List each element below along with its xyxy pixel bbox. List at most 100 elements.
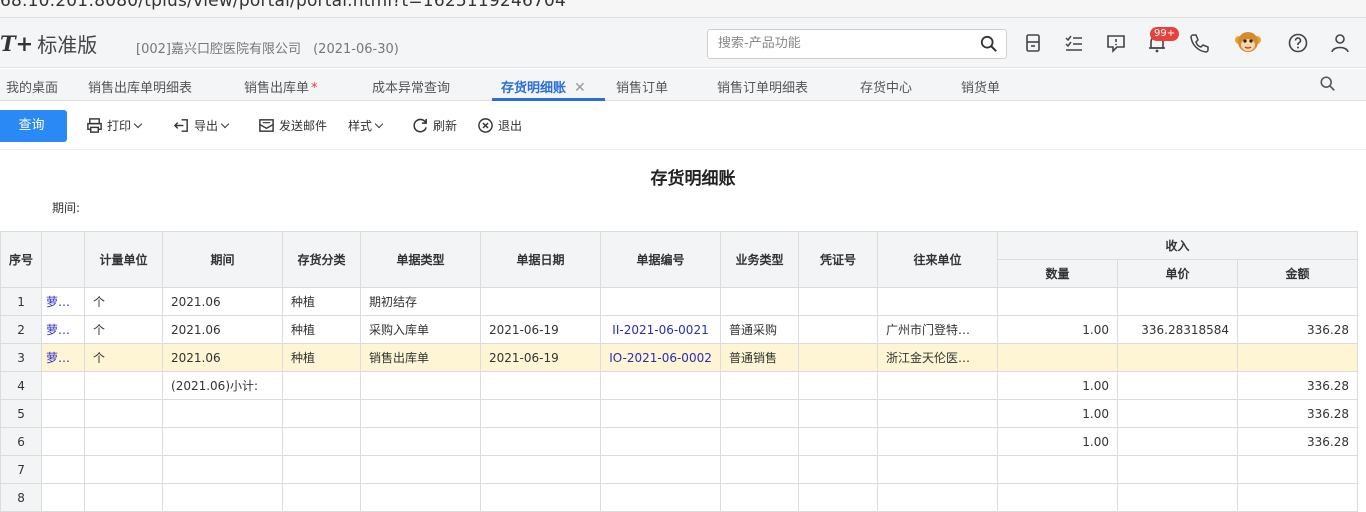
app-logo[interactable]: T+ 标准版 [0,30,98,57]
cell-biz-type [720,287,800,316]
user-avatar[interactable] [1233,27,1263,57]
active-tab-indicator [492,98,605,101]
tab-cost-exception-query[interactable]: 成本异常查询 [372,77,450,96]
cell-partner [877,427,999,456]
header-voucher[interactable]: 凭证号 [798,231,879,288]
cell-price [1117,427,1239,456]
cell-doc-date [480,371,602,400]
edition-label: 标准版 [37,32,98,57]
header-biz-type[interactable]: 业务类型 [720,231,800,288]
cell-seq: 7 [0,455,43,484]
cell-doc-date [480,287,602,316]
cell-voucher [798,287,879,316]
cell-period [162,455,284,484]
header-doc-no[interactable]: 单据编号 [600,231,722,288]
tab-sales-outbound-detail[interactable]: 销售出库单明细表 [88,77,192,96]
task-list-icon[interactable] [1063,32,1085,54]
message-icon[interactable] [1105,32,1127,54]
cell-code [41,371,86,400]
cell-code[interactable]: 萝… [41,343,86,372]
table-row[interactable]: 2 萝… 个 2021.06 种植 采购入库单 2021-06-19 II-20… [0,315,1359,344]
cell-unit: 个 [84,343,164,372]
header-partner[interactable]: 往来单位 [877,231,999,288]
table-row-selected[interactable]: 3 萝… 个 2021.06 种植 销售出库单 2021-06-19 IO-20… [0,343,1359,372]
header-amount[interactable]: 金额 [1237,259,1359,288]
header-doc-date[interactable]: 单据日期 [480,231,602,288]
tab-label: 销售出库单 [244,81,310,96]
header-unit[interactable]: 计量单位 [84,231,164,288]
company-name: [002]嘉兴口腔医院有限公司 [136,42,301,57]
export-icon [173,119,188,132]
export-button[interactable]: 导出 [173,117,230,134]
table-row[interactable]: 7 [0,455,1359,484]
header-code[interactable] [41,231,86,288]
app-header: T+ 标准版 [002]嘉兴口腔医院有限公司 (2021-06-30) 99+ [0,18,1366,68]
table-row[interactable]: 1 萝… 个 2021.06 种植 期初结存 [0,287,1359,316]
notification-badge: 99+ [1150,27,1180,41]
cell-price [1117,371,1239,400]
cell-unit [84,399,164,428]
tab-sales-invoice[interactable]: 销货单 [961,77,1000,96]
search-icon[interactable] [980,35,998,53]
refresh-button[interactable]: 刷新 [412,117,457,134]
cell-seq: 5 [0,399,43,428]
browser-url-bar[interactable]: 68.10.201:8080/tplus/view/portal/portal.… [0,0,1366,18]
help-icon[interactable] [1287,32,1309,54]
table-row[interactable]: 5 1.00 336.28 [0,399,1359,428]
close-tab-icon[interactable]: ✕ [574,80,586,96]
cell-qty: 1.00 [997,427,1119,456]
cell-doc-no[interactable]: IO-2021-06-0002 [600,343,722,372]
cell-code[interactable]: 萝… [41,315,86,344]
close-circle-icon [478,118,493,133]
cell-doc-date [480,427,602,456]
cell-doc-type [360,371,482,400]
print-button[interactable]: 打印 [86,117,143,134]
cell-doc-no[interactable]: II-2021-06-0021 [600,315,722,344]
header-doc-type[interactable]: 单据类型 [360,231,482,288]
header-price[interactable]: 单价 [1117,259,1239,288]
header-seq[interactable]: 序号 [0,231,43,288]
cell-seq: 4 [0,371,43,400]
tab-sales-outbound[interactable]: 销售出库单 * [244,77,318,96]
cell-seq: 6 [0,427,43,456]
cell-doc-type [360,455,482,484]
send-email-button[interactable]: 发送邮件 [258,117,327,134]
search-input[interactable] [718,36,968,51]
header-category[interactable]: 存货分类 [282,231,362,288]
header-qty[interactable]: 数量 [997,259,1119,288]
cell-doc-no[interactable] [600,287,722,316]
table-row[interactable]: 6 1.00 336.28 [0,427,1359,456]
report-toolbar: 查询 打印 导出 发送邮件 样式 刷新 退出 [0,102,1366,150]
exit-button[interactable]: 退出 [477,117,522,134]
header-period[interactable]: 期间 [162,231,284,288]
tab-sales-order[interactable]: 销售订单 [616,77,668,96]
cell-code[interactable]: 萝… [41,287,86,316]
cell-biz-type: 普通采购 [720,315,800,344]
cell-voucher [798,399,879,428]
tab-sales-order-detail[interactable]: 销售订单明细表 [717,77,808,96]
cell-amount [1237,343,1359,372]
calculator-icon[interactable] [1022,32,1044,54]
refresh-icon [413,118,427,133]
cell-price [1117,399,1239,428]
cell-doc-no [600,399,722,428]
cell-code [41,483,86,512]
cell-unit [84,427,164,456]
tab-my-desktop[interactable]: 我的桌面 [6,77,58,96]
table-row-subtotal[interactable]: 4 (2021.06)小计: 1.00 336.28 [0,371,1359,400]
cell-category [282,455,362,484]
cell-biz-type [720,483,800,512]
tab-search-icon[interactable] [1319,75,1337,93]
tab-inventory-center[interactable]: 存货中心 [860,77,912,96]
table-row[interactable]: 8 [0,483,1359,512]
phone-icon[interactable] [1188,32,1210,54]
cell-category [282,399,362,428]
cell-voucher [798,455,879,484]
query-button[interactable]: 查询 [0,110,67,142]
product-search[interactable] [707,29,1007,59]
user-icon[interactable] [1329,32,1351,54]
cell-partner [877,287,999,316]
send-email-label: 发送邮件 [279,119,328,133]
style-button[interactable]: 样式 [348,117,384,134]
tab-inventory-ledger[interactable]: 存货明细账 ✕ [501,77,586,96]
